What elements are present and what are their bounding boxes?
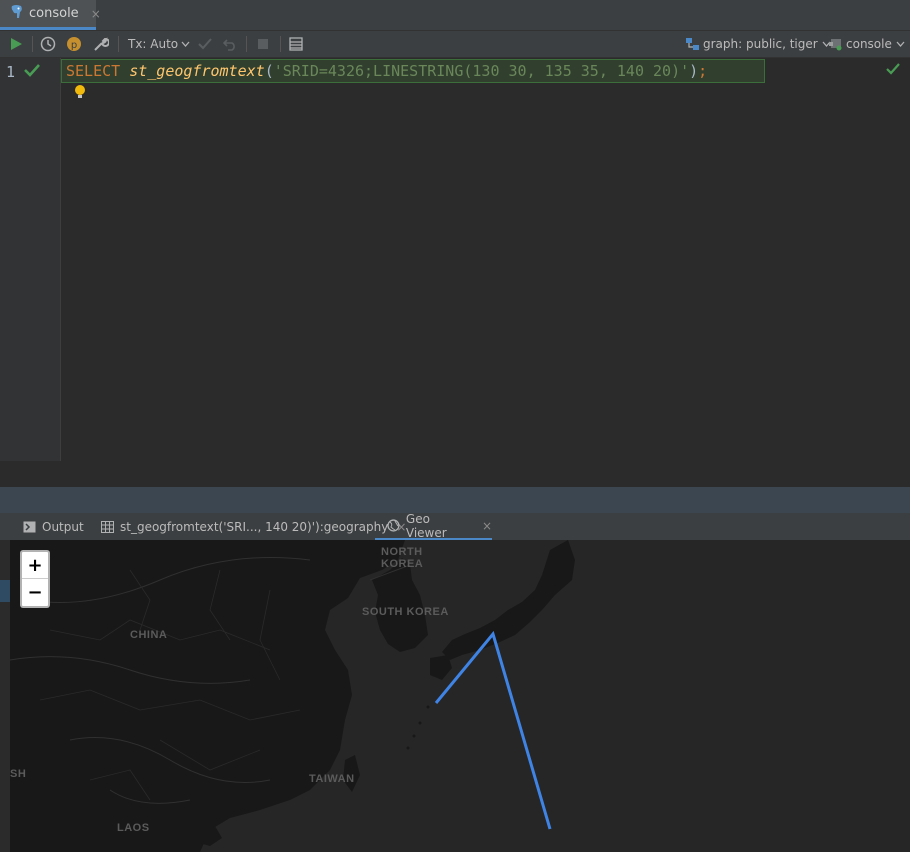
sql-semicolon: ; — [698, 62, 708, 80]
table-icon — [101, 520, 114, 533]
line-executed-check-icon — [24, 63, 40, 80]
close-icon[interactable]: × — [91, 7, 101, 21]
wrench-icon — [94, 37, 109, 51]
svg-text:p: p — [71, 40, 77, 51]
editor-tab-bar: console × — [0, 0, 910, 31]
line-number: 1 — [6, 63, 16, 81]
sql-open-paren: ( — [264, 62, 274, 80]
results-tab-bar: Output st_geogfromtext('SRI..., 140 20)'… — [0, 511, 910, 541]
stop-button[interactable] — [257, 31, 269, 57]
map-label-south-korea: SOUTH KOREA — [362, 606, 449, 618]
zoom-control: + − — [20, 550, 50, 608]
tab-output-label: Output — [42, 519, 84, 534]
history-button[interactable] — [40, 31, 56, 57]
base-map — [10, 540, 575, 852]
tab-result-grid-label: st_geogfromtext('SRI..., 140 20)'):geogr… — [120, 519, 389, 534]
map-label-north-korea-2: KOREA — [381, 558, 424, 570]
tx-mode-dropdown[interactable]: Tx: Auto — [128, 31, 190, 57]
zoom-in-button[interactable]: + — [22, 552, 48, 579]
globe-icon — [387, 519, 400, 532]
tab-console[interactable]: console × — [0, 0, 101, 30]
stop-icon — [258, 39, 268, 49]
tab-output[interactable]: Output — [23, 513, 84, 540]
console-selector[interactable]: console — [828, 31, 905, 57]
map-label-partial: SH — [10, 768, 27, 780]
mainland-asia — [10, 540, 405, 852]
chevron-down-icon — [896, 41, 905, 47]
schema-icon — [686, 38, 699, 50]
console-icon — [829, 39, 842, 51]
editor-toolbar: p Tx: Auto graph: public, tiger console — [0, 31, 910, 58]
results-view-button[interactable] — [289, 31, 303, 57]
map-label-laos: LAOS — [117, 822, 150, 834]
tab-geo-viewer[interactable]: Geo Viewer × — [375, 511, 492, 540]
sql-function: st_geogfromtext — [129, 62, 265, 80]
console-label: console — [846, 37, 892, 51]
sql-close-paren: ) — [689, 62, 699, 80]
postgresql-icon — [10, 5, 23, 22]
sql-string-literal: 'SRID=4326;LINESTRING(130 30, 135 35, 14… — [273, 62, 690, 80]
tab-result-grid[interactable]: st_geogfromtext('SRI..., 140 20)'):geogr… — [101, 513, 406, 540]
lightbulb-icon[interactable] — [73, 84, 87, 103]
clock-icon — [40, 36, 56, 52]
undo-icon — [223, 39, 235, 51]
editor-gutter: 1 — [0, 58, 61, 461]
map-label-north-korea-1: NORTH — [381, 546, 423, 558]
map-label-taiwan: TAIWAN — [309, 773, 355, 785]
linestring-geometry — [434, 630, 552, 830]
panel-splitter[interactable] — [0, 461, 910, 487]
map-label-china: CHINA — [130, 629, 168, 641]
korean-peninsula — [372, 558, 428, 652]
no-problems-check-icon — [886, 63, 900, 78]
p-icon: p — [67, 37, 81, 51]
geo-viewer-map[interactable]: NORTH KOREA SOUTH KOREA CHINA TAIWAN LAO… — [10, 540, 910, 852]
execute-button[interactable] — [9, 31, 23, 57]
kyushu — [430, 655, 452, 680]
console-output-icon — [23, 521, 36, 532]
japan — [442, 540, 575, 660]
sql-statement[interactable]: SELECT st_geogfromtext('SRID=4326;LINEST… — [66, 62, 707, 80]
panel-left-strip — [0, 540, 10, 852]
rollback-button[interactable] — [223, 31, 237, 57]
close-icon[interactable]: × — [482, 519, 492, 533]
sql-editor[interactable] — [61, 58, 910, 461]
tab-console-label: console — [29, 6, 79, 21]
commit-button[interactable] — [198, 31, 212, 57]
schema-label: graph: public, tiger — [703, 37, 818, 51]
zoom-out-button[interactable]: − — [22, 579, 48, 605]
results-panel-header — [0, 487, 910, 513]
tx-mode-label: Tx: Auto — [128, 37, 179, 51]
pin-button[interactable]: p — [66, 31, 82, 57]
play-icon — [11, 38, 22, 50]
chevron-down-icon — [181, 41, 190, 47]
table-icon — [289, 37, 303, 51]
tab-geo-viewer-label: Geo Viewer — [405, 511, 447, 540]
settings-button[interactable] — [93, 31, 109, 57]
sql-keyword: SELECT — [66, 62, 121, 80]
schema-selector[interactable]: graph: public, tiger — [685, 31, 831, 57]
check-icon — [198, 38, 212, 50]
